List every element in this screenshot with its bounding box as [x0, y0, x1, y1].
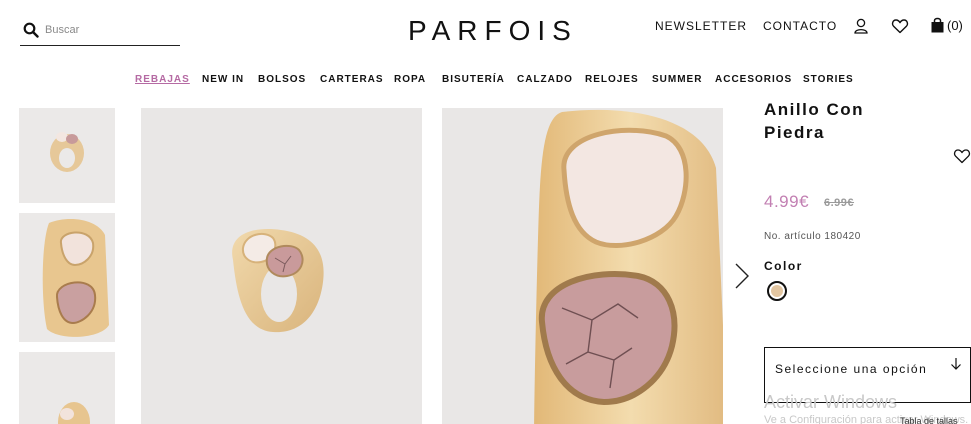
brand-logo[interactable]: PARFOIS	[408, 14, 578, 48]
thumbnail-3[interactable]	[19, 352, 115, 424]
nav-item-stories[interactable]: STORIES	[803, 74, 854, 85]
category-nav: REBAJAS NEW IN BOLSOS CARTERAS ROPA BISU…	[0, 74, 971, 90]
contact-link[interactable]: CONTACTO	[763, 19, 837, 33]
nav-item-new-in[interactable]: NEW IN	[202, 74, 244, 85]
nav-item-ropa[interactable]: ROPA	[394, 74, 426, 85]
product-image-closeup[interactable]	[442, 108, 723, 424]
thumbnail-1[interactable]	[19, 108, 115, 203]
size-guide-link[interactable]: Tabla de tallas	[900, 416, 958, 424]
ring-side-thumbnail-image	[58, 402, 90, 424]
size-select-label: Seleccione una opción	[775, 362, 928, 376]
cart-count[interactable]: (0)	[947, 18, 963, 33]
user-icon[interactable]	[852, 17, 870, 35]
current-price: 4.99€	[764, 192, 810, 211]
color-swatch[interactable]	[767, 281, 787, 301]
shopping-bag-icon[interactable]	[930, 16, 945, 34]
product-image-main[interactable]	[141, 108, 422, 424]
article-number: No. artículo 180420	[764, 231, 861, 242]
color-label: Color	[764, 259, 803, 273]
nav-item-accesorios[interactable]: ACCESORIOS	[715, 74, 792, 85]
newsletter-link[interactable]: NEWSLETTER	[655, 19, 747, 33]
heart-icon[interactable]	[891, 17, 909, 35]
ring-product-image	[232, 229, 324, 333]
thumbnail-2[interactable]	[19, 213, 115, 342]
ring-thumbnail-image	[50, 132, 84, 172]
chevron-right-icon[interactable]	[732, 261, 752, 291]
nav-item-bolsos[interactable]: BOLSOS	[258, 74, 306, 85]
search-bar[interactable]	[20, 18, 180, 46]
search-icon	[23, 22, 39, 38]
nav-item-carteras[interactable]: CARTERAS	[320, 74, 384, 85]
product-title: Anillo Con Piedra	[764, 100, 864, 142]
nav-item-bisuteria[interactable]: BISUTERÍA	[442, 74, 505, 85]
search-input[interactable]	[45, 21, 175, 39]
windows-watermark-title: Activar Windows	[764, 392, 898, 412]
ring-closeup-thumbnail-image	[42, 219, 109, 337]
arrow-down-icon	[951, 358, 961, 370]
original-price: 6.99€	[824, 197, 855, 209]
nav-item-relojes[interactable]: RELOJES	[585, 74, 639, 85]
nav-item-rebajas[interactable]: REBAJAS	[135, 74, 190, 85]
nav-item-summer[interactable]: SUMMER	[652, 74, 702, 85]
wishlist-heart-icon[interactable]	[953, 147, 971, 165]
ring-closeup-image	[534, 109, 723, 424]
nav-item-calzado[interactable]: CALZADO	[517, 74, 573, 85]
